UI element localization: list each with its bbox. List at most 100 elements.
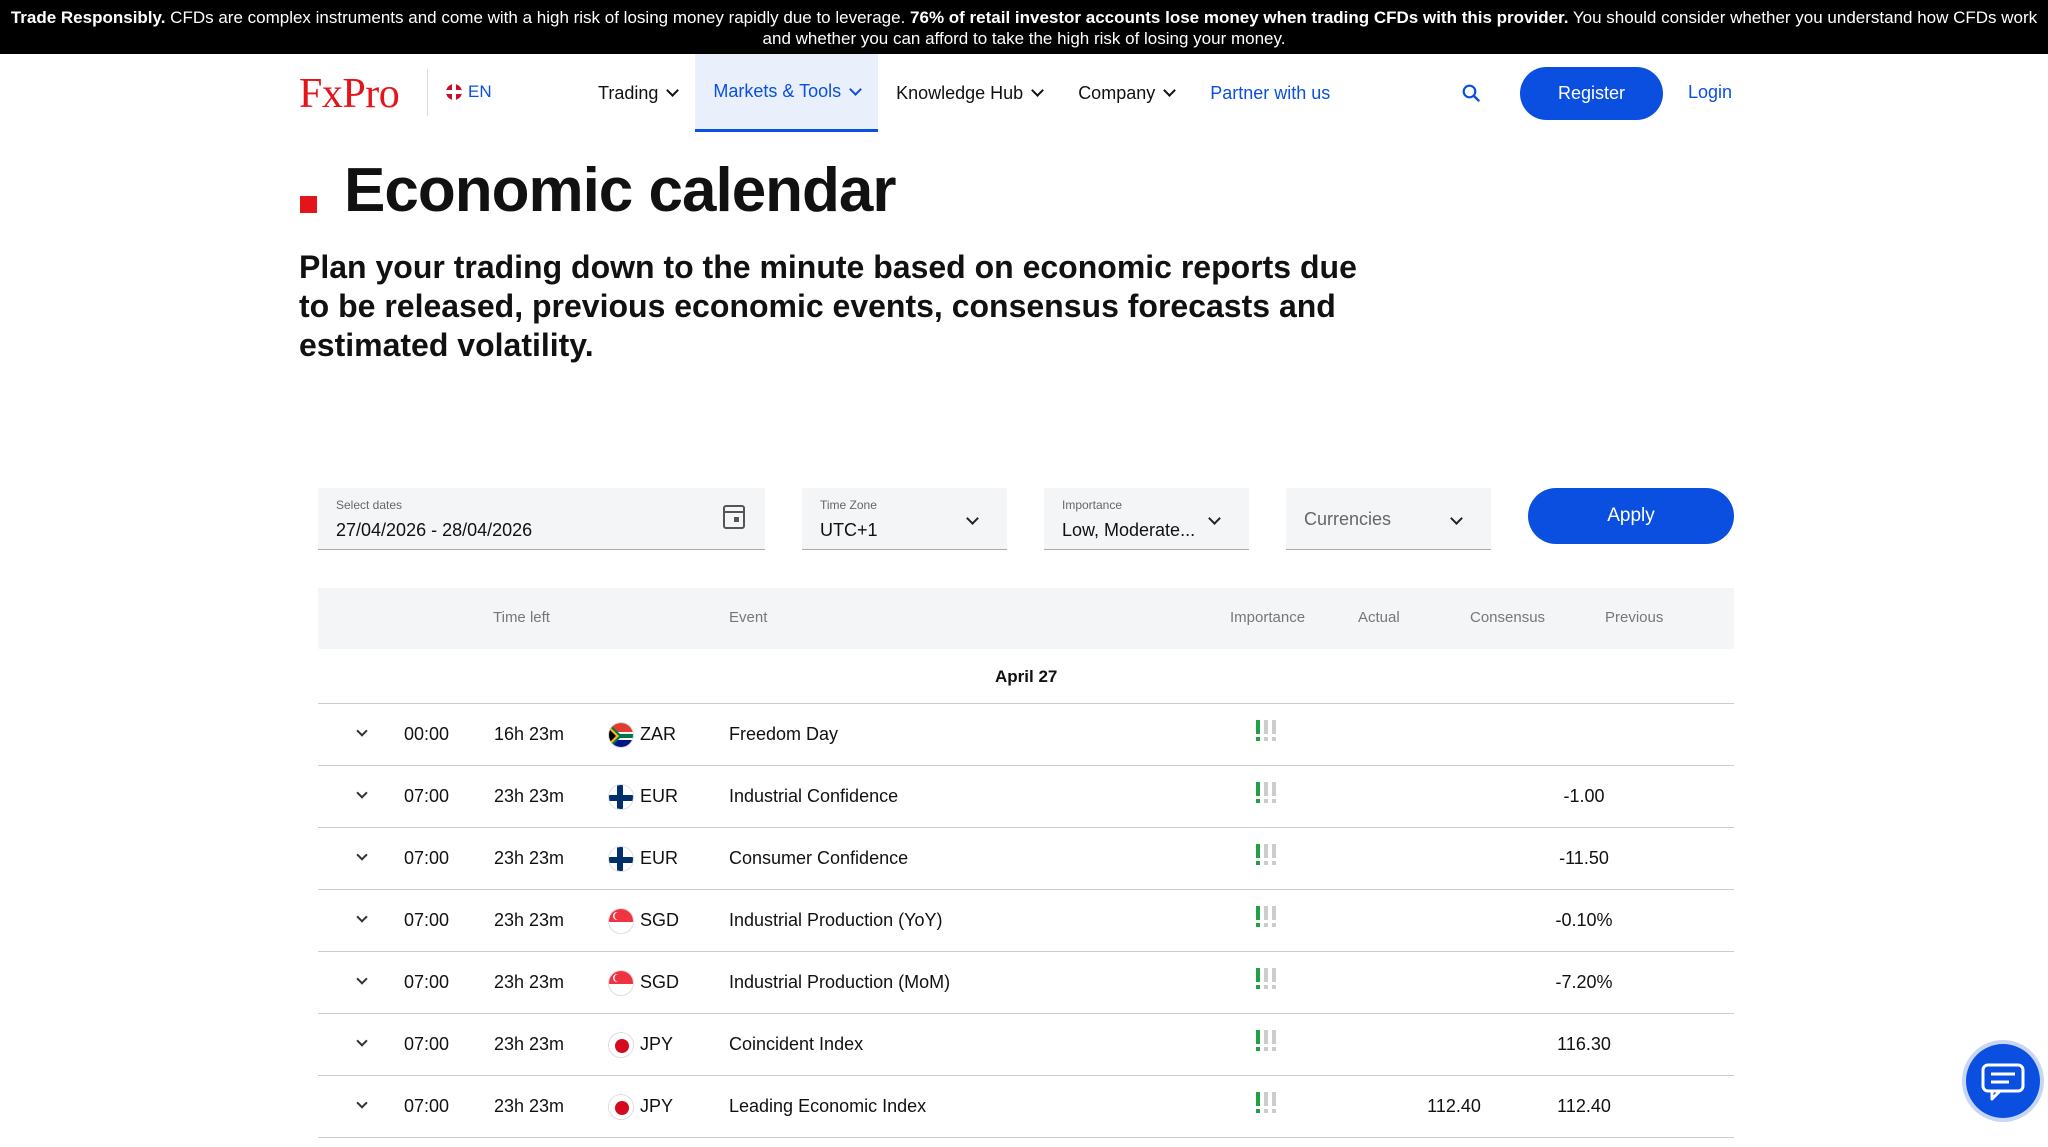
- main-navigation: FxPro EN Trading Markets & Tools Knowled…: [0, 54, 2048, 132]
- table-header: Time left Event Importance Actual Consen…: [318, 588, 1734, 649]
- time-zone-label: Time Zone: [820, 498, 877, 512]
- event-time-left: 23h 23m: [494, 1034, 565, 1054]
- event-time: 00:00: [404, 724, 450, 744]
- importance-bar: [1256, 720, 1261, 742]
- table-row[interactable]: 07:00 23h 23m EUR Industrial Confidence -1.0…: [318, 766, 1734, 828]
- event-time: 07:00: [404, 972, 450, 992]
- nav-item-markets-tools[interactable]: Markets & Tools: [695, 54, 879, 132]
- event-currency: EUR: [640, 848, 679, 868]
- uk-flag-icon: [446, 84, 462, 100]
- chevron-down-icon: [1031, 84, 1045, 97]
- header-actual: Actual: [1358, 609, 1400, 626]
- risk-warning-bar: Trade Responsibly. CFDs are complex inst…: [0, 0, 2048, 54]
- importance-indicator: [1256, 968, 1277, 990]
- expand-chevron-icon[interactable]: [356, 787, 368, 799]
- language-label: EN: [468, 82, 492, 101]
- importance-bar: [1272, 1030, 1277, 1052]
- event-previous: -0.10%: [1555, 910, 1613, 930]
- event-previous: -1.00: [1563, 786, 1605, 806]
- search-icon[interactable]: [1462, 84, 1480, 102]
- chat-bubble-icon: [1981, 1063, 2025, 1101]
- expand-chevron-icon[interactable]: [356, 1097, 368, 1109]
- table-row[interactable]: 07:00 23h 23m EUR Consumer Confidence -11.50: [318, 828, 1734, 890]
- header-time-left: Time left: [493, 609, 550, 626]
- currencies-placeholder: Currencies: [1304, 509, 1392, 529]
- event-name: Industrial Production (MoM): [729, 972, 951, 992]
- nav-item-company[interactable]: Company: [1060, 54, 1192, 132]
- nav-item-label: Trading: [598, 82, 659, 103]
- date-range-field[interactable]: Select dates 27/04/2026 - 28/04/2026: [318, 488, 765, 550]
- language-selector[interactable]: EN: [446, 82, 492, 102]
- importance-bar: [1256, 1092, 1261, 1114]
- importance-label: Importance: [1062, 498, 1123, 512]
- event-currency: JPY: [640, 1096, 674, 1116]
- importance-bar: [1264, 720, 1269, 742]
- nav-item-trading[interactable]: Trading: [580, 54, 695, 132]
- importance-bar: [1264, 844, 1269, 866]
- event-name: Coincident Index: [729, 1034, 864, 1054]
- header-importance: Importance: [1230, 609, 1306, 626]
- expand-chevron-icon[interactable]: [356, 849, 368, 861]
- sg-flag-icon: [608, 970, 634, 996]
- currencies-select[interactable]: Currencies: [1286, 488, 1491, 550]
- expand-chevron-icon[interactable]: [356, 973, 368, 985]
- table-row[interactable]: 07:00 23h 23m JPY Leading Economic Index 112…: [318, 1076, 1734, 1138]
- expand-chevron-icon[interactable]: [356, 911, 368, 923]
- risk-warning-bold-1: Trade Responsibly.: [10, 8, 166, 27]
- header-event: Event: [729, 609, 768, 626]
- risk-warning-text-1: CFDs are complex instruments and come wi…: [165, 8, 911, 27]
- importance-bar: [1264, 782, 1269, 804]
- event-previous: 112.40: [1557, 1096, 1611, 1116]
- event-previous: -11.50: [1559, 848, 1609, 868]
- importance-indicator: [1256, 844, 1277, 866]
- table-row[interactable]: 07:00 23h 23m SGD Industrial Production (Yo…: [318, 890, 1734, 952]
- event-time-left: 23h 23m: [494, 786, 565, 806]
- apply-button[interactable]: Apply: [1528, 488, 1734, 544]
- importance-bar: [1256, 968, 1261, 990]
- importance-bar: [1256, 844, 1261, 866]
- event-currency: JPY: [640, 1034, 674, 1054]
- importance-bar: [1264, 968, 1269, 990]
- importance-indicator: [1256, 720, 1277, 742]
- importance-bar: [1272, 906, 1277, 928]
- nav-item-knowledge-hub[interactable]: Knowledge Hub: [878, 54, 1060, 132]
- page-title: Economic calendar: [344, 156, 897, 225]
- live-chat-button[interactable]: [1966, 1044, 2040, 1118]
- table-row[interactable]: 07:00 23h 23m JPY Coincident Index 116.30: [318, 1014, 1734, 1076]
- importance-bar: [1256, 1030, 1261, 1052]
- event-name: Freedom Day: [729, 724, 839, 744]
- chevron-down-icon: [1163, 84, 1177, 97]
- nav-item-label: Partner with us: [1210, 82, 1331, 103]
- importance-indicator: [1256, 1030, 1277, 1052]
- register-button[interactable]: Register: [1520, 67, 1663, 120]
- time-zone-select[interactable]: Time Zone UTC+1: [802, 488, 1007, 550]
- calendar-icon[interactable]: [723, 505, 745, 529]
- title-accent-square: [300, 196, 317, 213]
- event-consensus: 112.40: [1427, 1096, 1481, 1116]
- event-name: Industrial Production (YoY): [729, 910, 943, 930]
- table-row[interactable]: 00:00 16h 23m ZAR Freedom Day: [318, 704, 1734, 766]
- economic-calendar-table: Time left Event Importance Actual Consen…: [318, 588, 1734, 1138]
- calendar-filters: Select dates 27/04/2026 - 28/04/2026 Tim…: [0, 488, 2048, 552]
- event-currency: SGD: [640, 910, 680, 930]
- event-time-left: 23h 23m: [494, 1096, 565, 1116]
- date-range-label: Select dates: [336, 498, 403, 512]
- event-time: 07:00: [404, 786, 450, 806]
- nav-item-partner[interactable]: Partner with us: [1192, 54, 1348, 132]
- header-consensus: Consensus: [1470, 609, 1546, 626]
- expand-chevron-icon[interactable]: [356, 1035, 368, 1047]
- chevron-down-icon: [849, 82, 862, 96]
- event-previous: 116.30: [1557, 1034, 1611, 1054]
- importance-bar: [1272, 968, 1277, 990]
- table-row[interactable]: 07:00 23h 23m SGD Industrial Production (Mo…: [318, 952, 1734, 1014]
- importance-indicator: [1256, 906, 1277, 928]
- event-name: Industrial Confidence: [729, 786, 899, 806]
- expand-chevron-icon[interactable]: [356, 725, 368, 737]
- event-time: 07:00: [404, 910, 450, 930]
- login-link[interactable]: Login: [1688, 82, 1732, 103]
- importance-select[interactable]: Importance Low, Moderate...: [1044, 488, 1249, 550]
- event-time-left: 16h 23m: [494, 724, 565, 744]
- risk-warning-bold-2: 76% of retail investor accounts lose mon…: [910, 8, 1569, 27]
- fxpro-logo[interactable]: FxPro: [299, 70, 400, 118]
- importance-bar: [1272, 1092, 1277, 1114]
